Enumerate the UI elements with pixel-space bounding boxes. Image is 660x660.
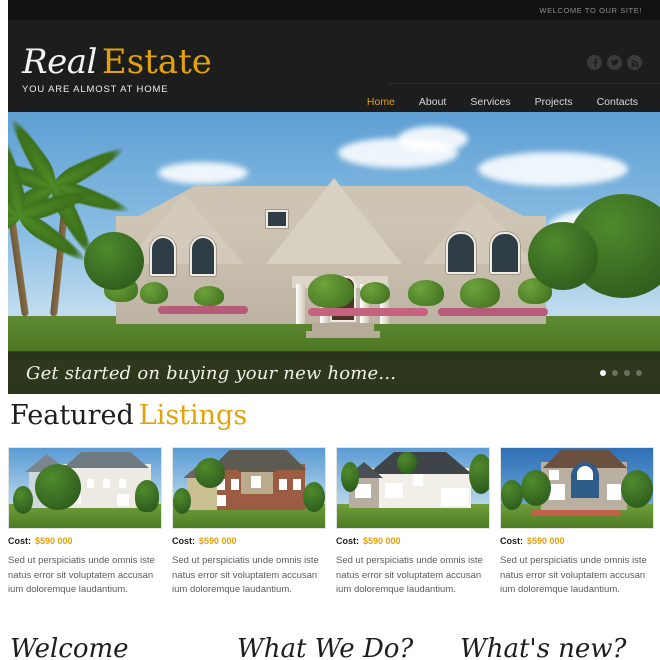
page-left-margin xyxy=(0,0,8,660)
cost-label: Cost: xyxy=(172,536,195,546)
section-title-gold: Listings xyxy=(138,400,248,431)
nav-item-projects[interactable]: Projects xyxy=(523,96,585,108)
listing-thumbnail[interactable] xyxy=(500,447,654,529)
featured-listings-title: Featured Listings xyxy=(10,400,247,431)
main-navigation: Home About Services Projects Contacts xyxy=(355,96,650,108)
listing-description: Sed ut perspiciatis unde omnis iste natu… xyxy=(172,555,319,595)
slider-pagination xyxy=(600,370,660,376)
listing-card[interactable]: Cost: $590 000 Sed ut perspiciatis unde o… xyxy=(500,447,654,598)
cost-value: $590 000 xyxy=(527,536,565,546)
section-heading-welcome: Welcome xyxy=(10,634,129,660)
hero-slider[interactable]: Get started on buying your new home... xyxy=(8,112,660,394)
cloud-shape xyxy=(398,126,468,152)
slider-dot-1[interactable] xyxy=(600,370,606,376)
cost-label: Cost: xyxy=(336,536,359,546)
tree-shape xyxy=(528,222,598,290)
section-heading-what-we-do: What We Do? xyxy=(237,634,414,660)
bush-shape xyxy=(460,278,500,308)
welcome-text: WELCOME TO OUR SITE! xyxy=(539,5,642,15)
section-heading-whats-new: What's new? xyxy=(460,634,627,660)
cost-value: $590 000 xyxy=(363,536,401,546)
twitter-icon[interactable] xyxy=(607,55,622,70)
cost-label: Cost: xyxy=(8,536,31,546)
bush-shape xyxy=(408,280,444,306)
hero-caption-text: Get started on buying your new home... xyxy=(26,362,397,384)
flowerbed-shape xyxy=(158,306,248,314)
cost-label: Cost: xyxy=(500,536,523,546)
slider-dot-2[interactable] xyxy=(612,370,618,376)
listing-description: Sed ut perspiciatis unde omnis iste natu… xyxy=(8,555,155,595)
listing-thumbnail[interactable] xyxy=(172,447,326,529)
nav-item-contacts[interactable]: Contacts xyxy=(585,96,650,108)
site-header: Real Estate YOU ARE ALMOST AT HOME Home A… xyxy=(8,20,660,112)
listing-thumbnail[interactable] xyxy=(8,447,162,529)
nav-item-about[interactable]: About xyxy=(407,96,458,108)
cost-value: $590 000 xyxy=(199,536,237,546)
facebook-icon[interactable] xyxy=(587,55,602,70)
listing-cost-row: Cost: $590 000 xyxy=(172,536,326,546)
top-welcome-bar: WELCOME TO OUR SITE! xyxy=(8,0,660,20)
listing-cost-row: Cost: $590 000 xyxy=(8,536,162,546)
logo-secondary-text: Estate xyxy=(101,42,212,82)
page-root: WELCOME TO OUR SITE! Real Estate YOU ARE … xyxy=(0,0,660,660)
listing-card[interactable]: Cost: $590 000 Sed ut perspiciatis unde o… xyxy=(336,447,490,598)
listing-description: Sed ut perspiciatis unde omnis iste natu… xyxy=(336,555,483,595)
flowerbed-shape xyxy=(438,308,548,316)
bush-shape xyxy=(308,274,354,308)
section-title-dark: Featured xyxy=(10,400,134,431)
listing-description: Sed ut perspiciatis unde omnis iste natu… xyxy=(500,555,647,595)
bush-shape xyxy=(140,282,168,304)
social-links xyxy=(587,55,642,70)
logo-primary-text: Real xyxy=(22,42,97,82)
nav-item-home[interactable]: Home xyxy=(355,96,407,108)
listing-cost-row: Cost: $590 000 xyxy=(500,536,654,546)
hero-caption-bar: Get started on buying your new home... xyxy=(8,351,660,394)
tree-shape xyxy=(84,232,144,290)
nav-item-services[interactable]: Services xyxy=(458,96,522,108)
listing-thumbnail[interactable] xyxy=(336,447,490,529)
nav-divider xyxy=(388,83,660,84)
bottom-sections: Welcome What We Do? What's new? xyxy=(0,634,660,660)
bush-shape xyxy=(194,286,224,306)
rss-icon[interactable] xyxy=(627,55,642,70)
logo-tagline: YOU ARE ALMOST AT HOME xyxy=(22,84,169,95)
bush-shape xyxy=(360,282,390,304)
listing-cards: Cost: $590 000 Sed ut perspiciatis unde o… xyxy=(8,447,654,598)
listing-card[interactable]: Cost: $590 000 Sed ut perspiciatis unde o… xyxy=(172,447,326,598)
logo-wordmark: Real Estate xyxy=(22,44,212,80)
slider-dot-4[interactable] xyxy=(636,370,642,376)
site-logo[interactable]: Real Estate YOU ARE ALMOST AT HOME xyxy=(22,44,212,95)
slider-dot-3[interactable] xyxy=(624,370,630,376)
listing-card[interactable]: Cost: $590 000 Sed ut perspiciatis unde o… xyxy=(8,447,162,598)
flowerbed-shape xyxy=(308,308,428,316)
listing-cost-row: Cost: $590 000 xyxy=(336,536,490,546)
cost-value: $590 000 xyxy=(35,536,73,546)
